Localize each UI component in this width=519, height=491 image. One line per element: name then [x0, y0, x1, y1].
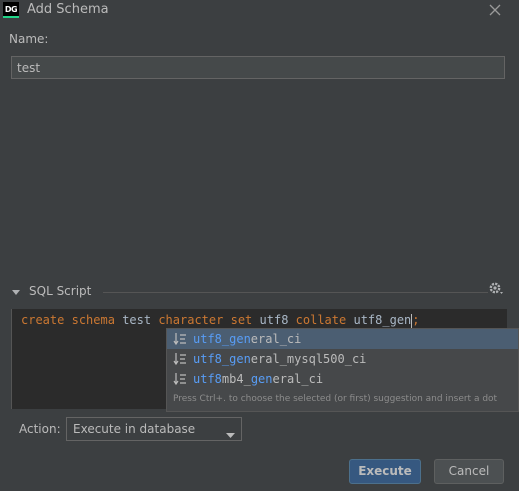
rest-text: eral_ci — [250, 332, 302, 346]
identifier-token: utf8 — [259, 313, 289, 327]
sort-lines-icon — [173, 372, 187, 386]
identifier-token: test — [122, 313, 152, 327]
rest-text: mb4_ — [221, 372, 251, 386]
rest-text: eral_mysql500_ci — [250, 352, 367, 366]
keyword-token: create — [21, 313, 65, 327]
keyword-token: set — [230, 313, 253, 327]
completion-hint: Press Ctrl+. to choose the selected (or … — [173, 394, 498, 404]
collapse-triangle-icon[interactable] — [11, 286, 21, 296]
section-divider — [103, 292, 488, 293]
action-dropdown[interactable]: Execute in database — [66, 417, 242, 441]
match-text: utf8 — [193, 372, 222, 386]
datagrip-logo-icon: DG — [3, 2, 19, 18]
gear-icon[interactable] — [488, 281, 504, 297]
close-icon[interactable] — [487, 0, 503, 20]
action-selected-value: Execute in database — [73, 422, 196, 436]
semicolon-token: ; — [412, 313, 420, 327]
completion-item[interactable]: utf8mb4_general_ci — [167, 369, 518, 389]
identifier-token: utf8_gen — [353, 313, 412, 327]
sql-script-header: SQL Script — [11, 281, 506, 301]
keyword-token: character — [158, 313, 224, 327]
sort-lines-icon — [173, 352, 187, 366]
rest-text: eral_ci — [272, 372, 324, 386]
sql-script-label: SQL Script — [29, 284, 92, 298]
schema-name-input[interactable] — [11, 56, 505, 79]
keyword-token: schema — [71, 313, 115, 327]
sort-lines-icon — [173, 332, 187, 346]
cancel-button[interactable]: Cancel — [434, 459, 504, 484]
dialog-title: Add Schema — [27, 2, 109, 17]
completion-item[interactable]: utf8_general_mysql500_ci — [167, 349, 518, 369]
completion-popup: utf8_general_ci utf8_general_mysql500_ci… — [166, 328, 519, 412]
code-line: create schema test character set utf8 co… — [21, 312, 420, 329]
action-label: Action: — [19, 422, 61, 436]
match-text: utf8_gen — [193, 332, 251, 346]
completion-item[interactable]: utf8_general_ci — [167, 329, 518, 349]
chevron-down-icon — [226, 427, 235, 438]
keyword-token: collate — [295, 313, 347, 327]
title-bar: DG Add Schema — [0, 0, 519, 20]
match-text: utf8_gen — [193, 352, 251, 366]
match-text: gen — [250, 372, 273, 386]
execute-button[interactable]: Execute — [349, 459, 421, 484]
name-label: Name: — [9, 32, 49, 46]
